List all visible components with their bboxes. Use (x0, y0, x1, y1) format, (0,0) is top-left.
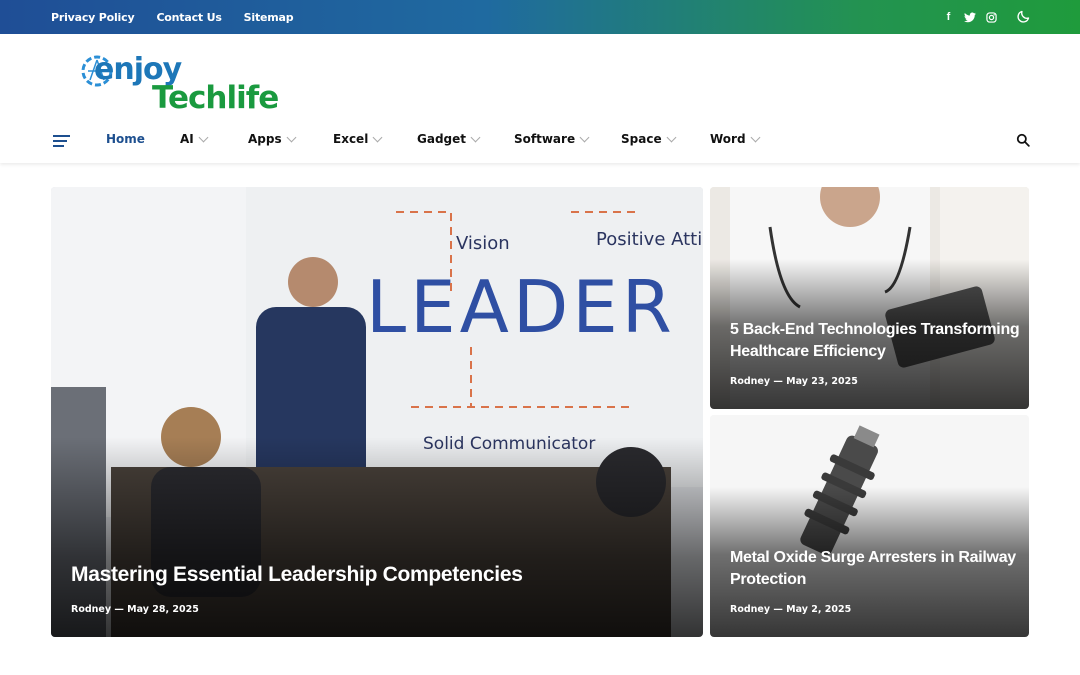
site-logo[interactable]: enjoy Techlife (80, 52, 290, 120)
nav-item-home[interactable]: Home (106, 132, 145, 146)
chevron-down-icon (372, 132, 383, 142)
post-date: May 28, 2025 (127, 604, 199, 615)
menu-icon[interactable] (53, 135, 70, 147)
svg-text:Vision: Vision (456, 233, 510, 254)
nav-item-space[interactable]: Space (621, 132, 677, 146)
nav-item-software[interactable]: Software (514, 132, 590, 146)
chevron-down-icon (470, 132, 481, 142)
post-meta: Rodney — May 23, 2025 (730, 376, 858, 387)
post-author[interactable]: Rodney (71, 604, 111, 615)
post-title[interactable]: Mastering Essential Leadership Competenc… (71, 563, 671, 587)
post-meta: Rodney — May 28, 2025 (71, 604, 199, 615)
top-links: Privacy Policy Contact Us Sitemap (51, 0, 294, 34)
post-date: May 23, 2025 (786, 376, 858, 387)
post-date: May 2, 2025 (786, 604, 852, 615)
nav-item-gadget[interactable]: Gadget (417, 132, 481, 146)
post-author[interactable]: Rodney (730, 604, 770, 615)
featured-post-main[interactable]: LEADER Vision Positive Atti Solid Commun… (51, 187, 703, 637)
twitter-icon[interactable] (964, 12, 976, 23)
facebook-icon[interactable]: f (943, 11, 954, 23)
svg-text:Positive Atti: Positive Atti (596, 229, 702, 250)
nav-item-ai[interactable]: AI (180, 132, 209, 146)
chevron-down-icon (198, 132, 209, 142)
sitemap-link[interactable]: Sitemap (244, 11, 294, 24)
moon-icon[interactable] (1016, 9, 1031, 24)
instagram-icon[interactable] (986, 11, 997, 23)
social-links: f (943, 0, 997, 34)
post-title[interactable]: 5 Back-End Technologies Transforming Hea… (730, 319, 1020, 363)
chevron-down-icon (579, 132, 590, 142)
contact-us-link[interactable]: Contact Us (156, 11, 221, 24)
svg-text:LEADER: LEADER (366, 265, 676, 349)
nav-item-word[interactable]: Word (710, 132, 761, 146)
chevron-down-icon (286, 132, 297, 142)
nav-item-apps[interactable]: Apps (248, 132, 297, 146)
top-bar: Privacy Policy Contact Us Sitemap f (0, 0, 1080, 34)
featured-post-side[interactable]: 5 Back-End Technologies Transforming Hea… (710, 187, 1029, 409)
privacy-policy-link[interactable]: Privacy Policy (51, 11, 135, 24)
post-meta: Rodney — May 2, 2025 (730, 604, 852, 615)
main-nav: Home AI Apps Excel Gadget Software Space… (0, 126, 1080, 154)
nav-item-excel[interactable]: Excel (333, 132, 383, 146)
search-icon[interactable] (1016, 133, 1030, 147)
post-title[interactable]: Metal Oxide Surge Arresters in Railway P… (730, 547, 1020, 591)
site-header: enjoy Techlife Home AI Apps Excel Gadget… (0, 34, 1080, 163)
logo-text-techlife: Techlife (152, 80, 279, 116)
chevron-down-icon (750, 132, 761, 142)
chevron-down-icon (666, 132, 677, 142)
featured-post-side[interactable]: Metal Oxide Surge Arresters in Railway P… (710, 415, 1029, 637)
post-author[interactable]: Rodney (730, 376, 770, 387)
